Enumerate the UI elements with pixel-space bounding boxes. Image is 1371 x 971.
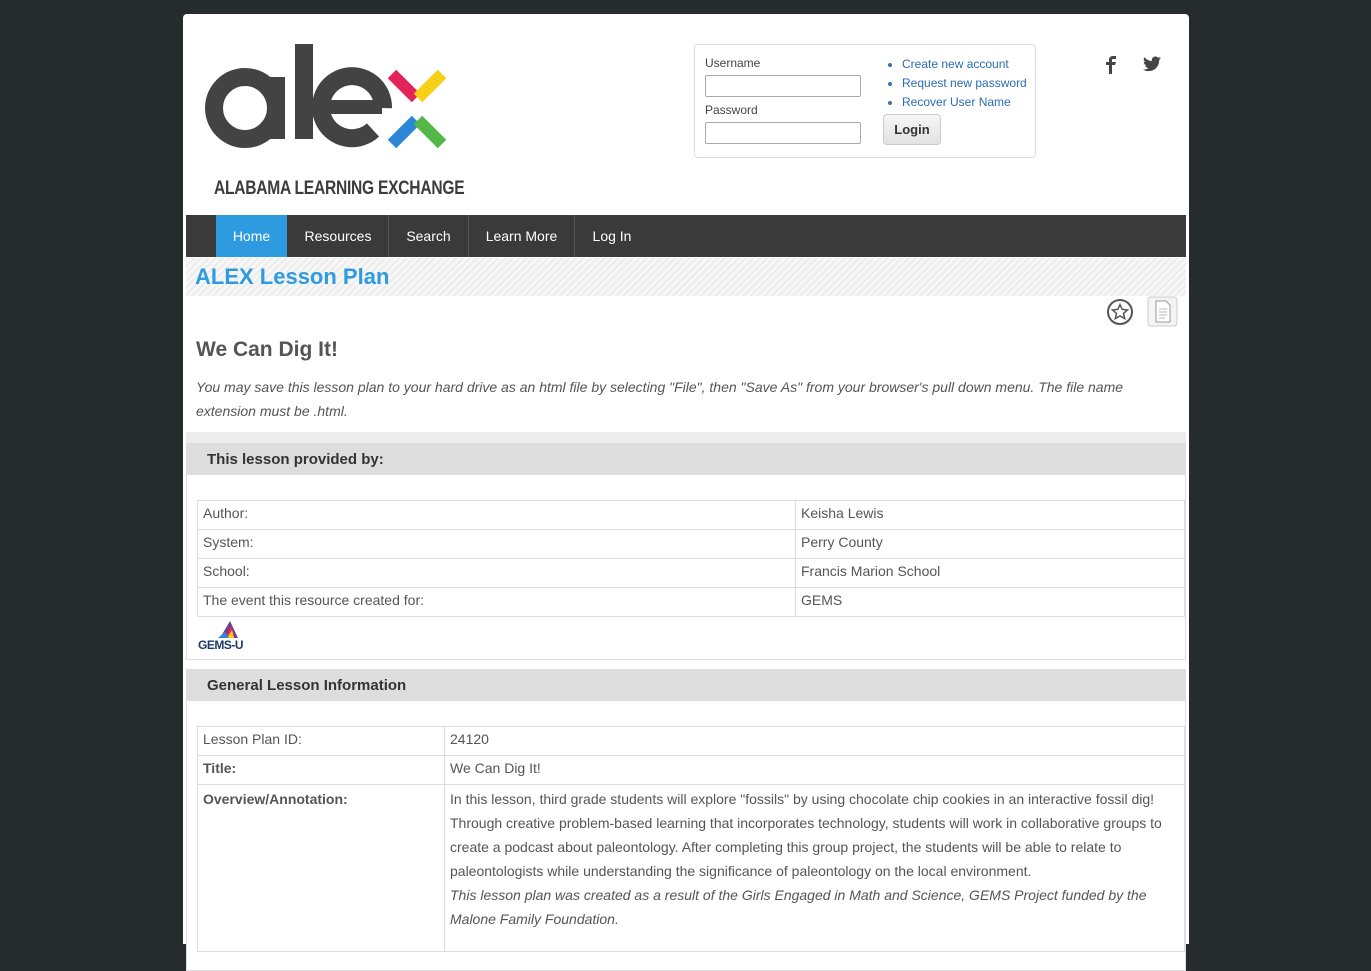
provided-by-heading: This lesson provided by: [187,444,1185,475]
facebook-icon[interactable] [1105,56,1117,79]
event-value: GEMS [795,587,1185,617]
author-value: Keisha Lewis [795,500,1185,530]
password-input[interactable] [705,122,861,144]
overview-cell: In this lesson, third grade students wil… [444,784,1185,952]
create-account-link[interactable]: Create new account [902,57,1009,71]
facebook-glyph [1106,56,1116,74]
twitter-glyph [1143,56,1161,72]
nav-search[interactable]: Search [389,215,469,257]
favorite-star-icon[interactable] [1106,298,1134,331]
nav-resources[interactable]: Resources [288,215,389,257]
system-value: Perry County [795,529,1185,559]
link-item: Create new account [902,55,1027,74]
nav-learn-more[interactable]: Learn More [469,215,575,257]
general-info-heading: General Lesson Information [187,670,1185,701]
provider-table: Author: Keisha Lewis System: Perry Count… [197,500,1185,617]
login-panel: Username Password Create new account Req… [694,44,1036,158]
overview-text: In this lesson, third grade students wil… [450,791,1162,879]
overview-label: Overview/Annotation: [197,784,445,952]
section-title: ALEX Lesson Plan [195,264,390,289]
table-row: Author: Keisha Lewis [197,500,1185,530]
lesson-title: We Can Dig It! [196,338,338,361]
link-item: Recover User Name [902,93,1027,112]
gems-u-logo: GEMS-U [198,618,258,654]
nav-home[interactable]: Home [216,215,287,257]
provided-by-panel: This lesson provided by: Author: Keisha … [186,443,1186,660]
main-nav: Home Resources Search Learn More Log In [186,215,1186,257]
table-row: The event this resource created for: GEM… [197,587,1185,617]
username-label: Username [705,56,761,70]
account-links: Create new account Request new password … [885,55,1027,112]
general-info-table: Lesson Plan ID: 24120 Title: We Can Dig … [197,726,1185,952]
logo-tagline: ALABAMA LEARNING EXCHANGE [214,178,465,199]
general-info-panel: General Lesson Information Lesson Plan I… [186,669,1186,971]
alex-logo[interactable]: ALABAMA LEARNING EXCHANGE [203,42,465,199]
recover-username-link[interactable]: Recover User Name [902,95,1011,109]
username-input[interactable] [705,75,861,97]
table-row: Overview/Annotation: In this lesson, thi… [197,784,1185,952]
gems-u-text: GEMS-U [198,638,244,652]
table-row: Title: We Can Dig It! [197,755,1185,785]
login-button[interactable]: Login [883,114,941,145]
alex-logo-mark [205,44,447,149]
table-row: Lesson Plan ID: 24120 [197,726,1185,756]
table-row: School: Francis Marion School [197,558,1185,588]
star-glyph [1107,299,1133,325]
event-label: The event this resource created for: [197,587,796,617]
system-label: System: [197,529,796,559]
twitter-icon[interactable] [1143,56,1161,77]
title-label: Title: [197,755,445,785]
title-value: We Can Dig It! [444,755,1185,785]
document-glyph [1147,296,1178,327]
password-label: Password [705,103,758,117]
page-container: ALABAMA LEARNING EXCHANGE Username Passw… [183,14,1189,971]
school-value: Francis Marion School [795,558,1185,588]
save-instructions: You may save this lesson plan to your ha… [196,379,1124,419]
nav-log-in[interactable]: Log In [575,215,649,257]
overview-note: This lesson plan was created as a result… [450,887,1147,927]
section-header: ALEX Lesson Plan [186,258,1186,296]
lesson-id-value: 24120 [444,726,1185,756]
author-label: Author: [197,500,796,530]
link-item: Request new password [902,74,1027,93]
lesson-id-label: Lesson Plan ID: [197,726,445,756]
table-row: System: Perry County [197,529,1185,559]
school-label: School: [197,558,796,588]
print-document-icon[interactable] [1147,296,1178,332]
request-password-link[interactable]: Request new password [902,76,1027,90]
